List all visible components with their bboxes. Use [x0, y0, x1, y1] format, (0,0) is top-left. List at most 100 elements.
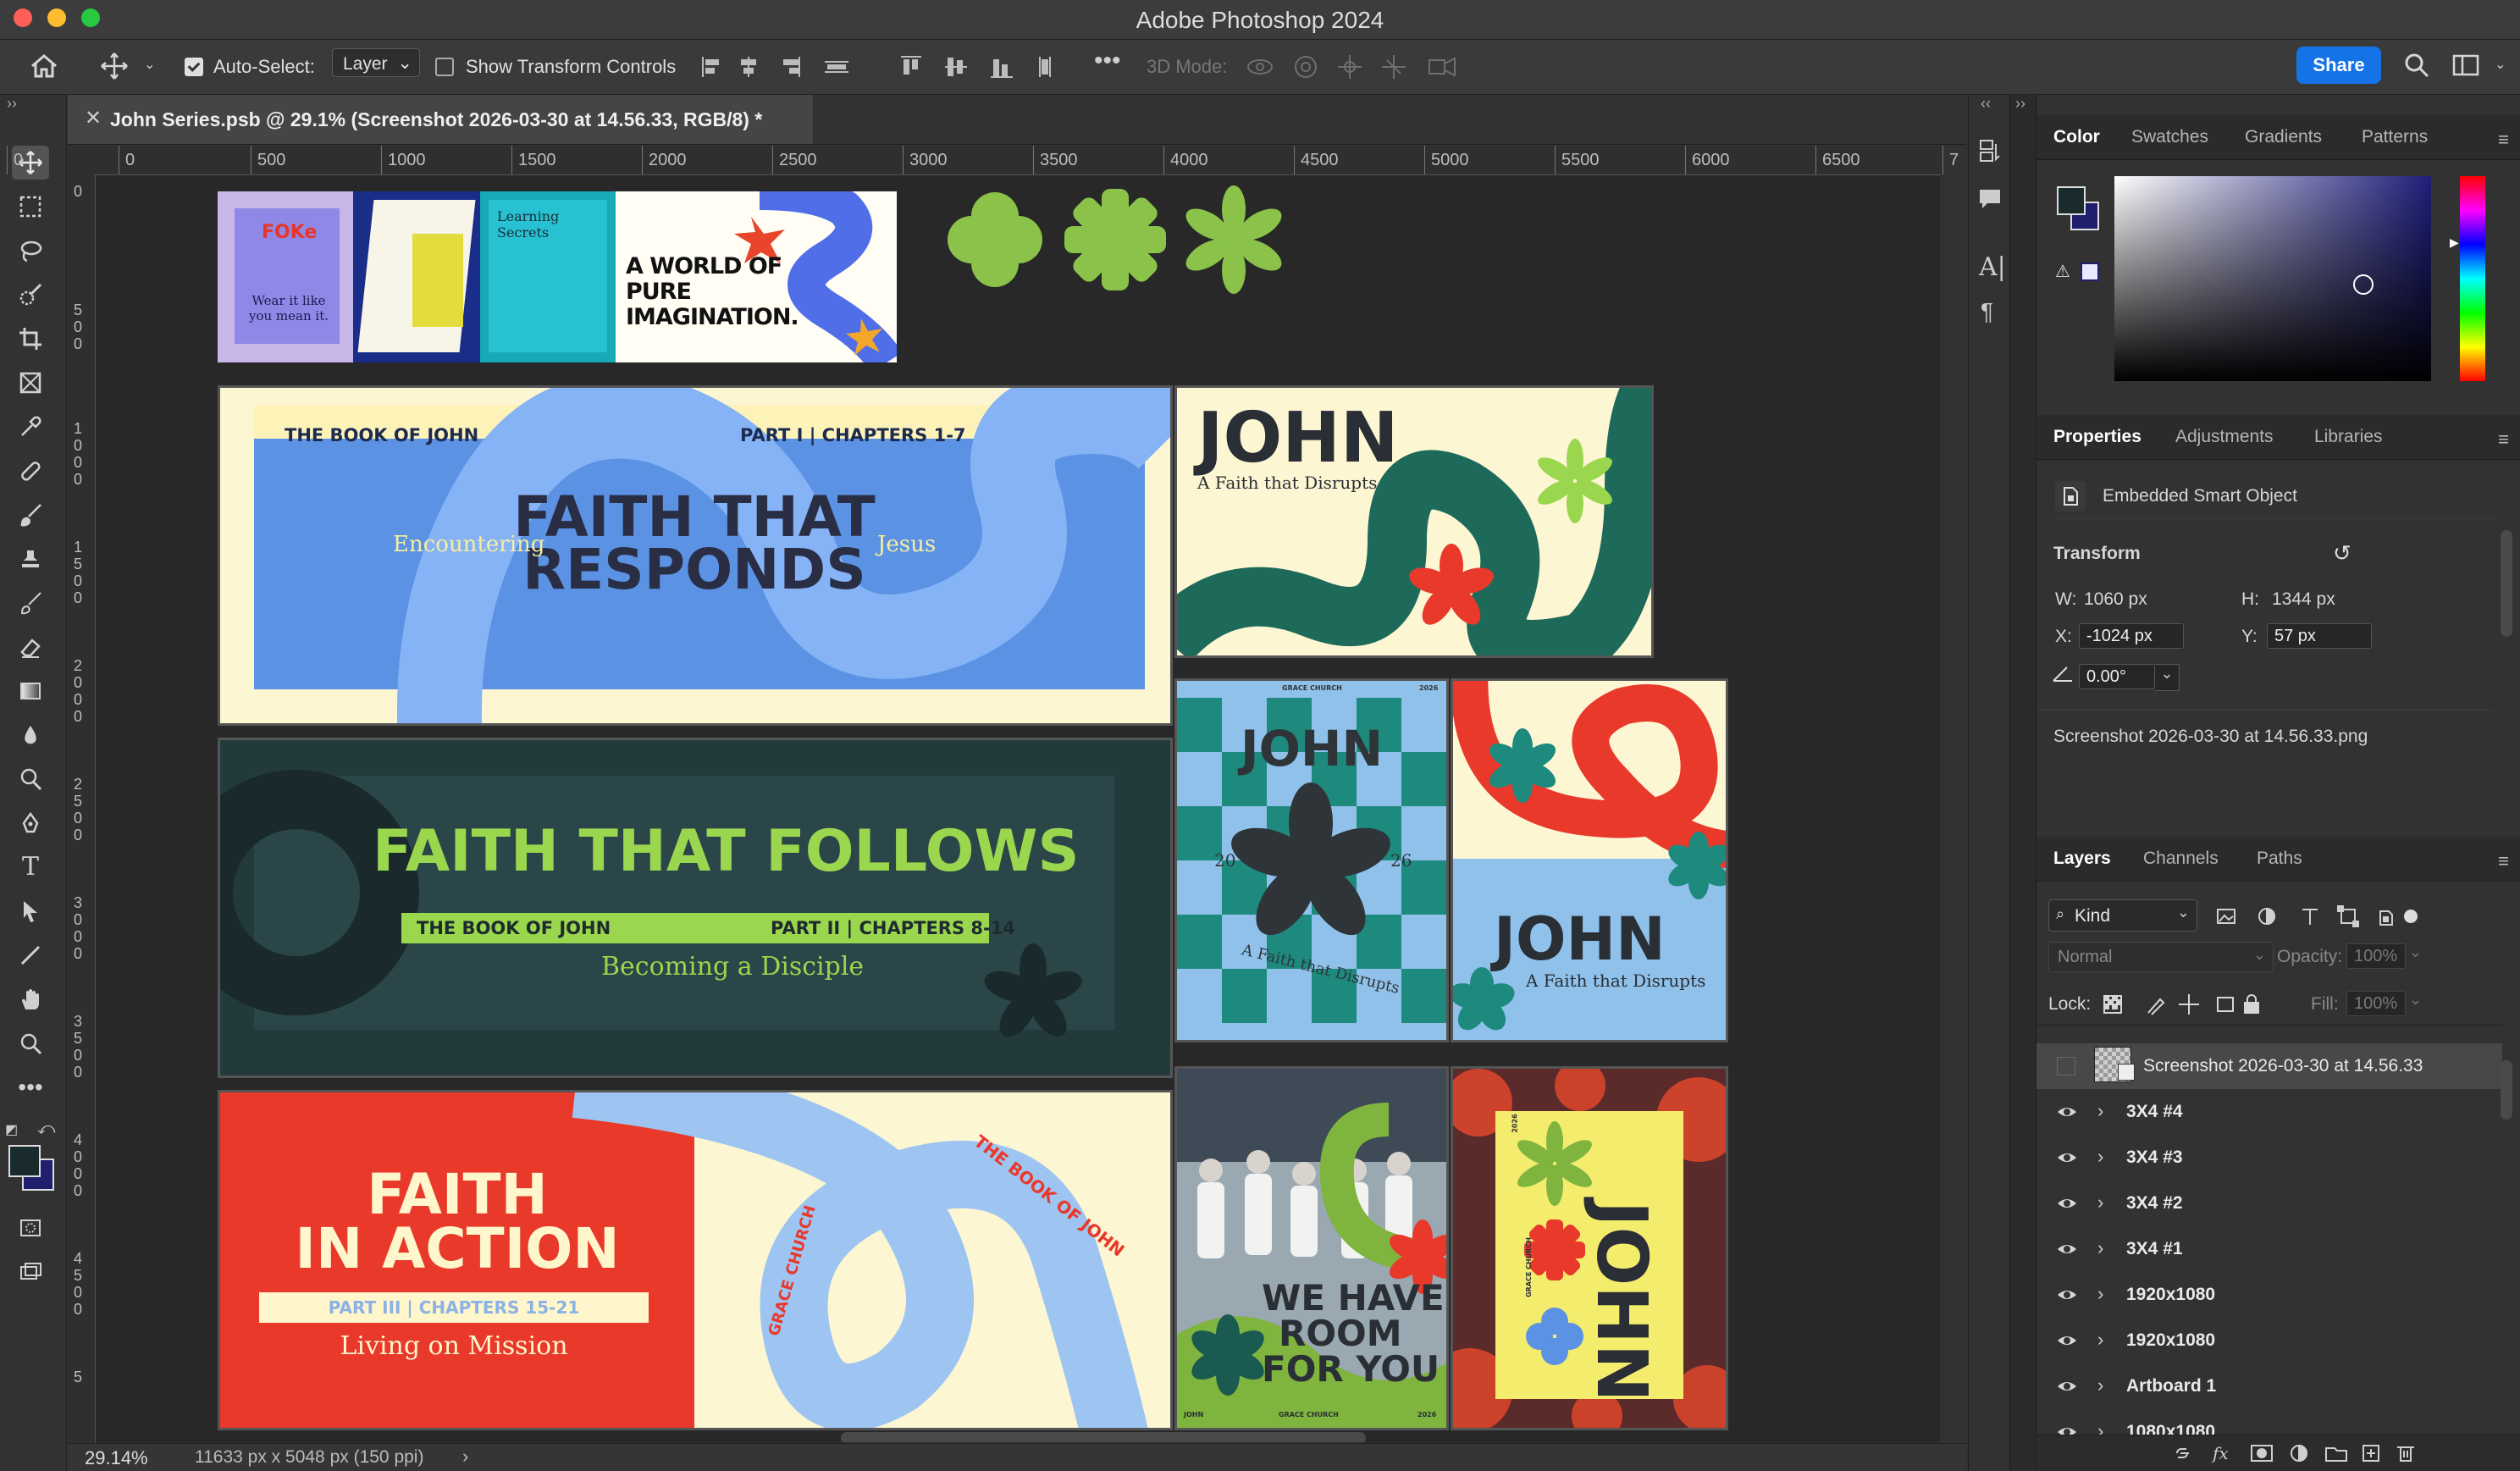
y-position-field[interactable]: 57 px — [2267, 623, 2372, 649]
color-picker-handle[interactable] — [2353, 274, 2374, 295]
artboard-john-vertical[interactable]: JOHN GRACE CHURCH 2026 — [1451, 1066, 1728, 1430]
home-icon[interactable] — [29, 53, 59, 85]
hue-slider[interactable] — [2460, 176, 2485, 381]
chevron-right-icon[interactable]: › — [2097, 1146, 2103, 1168]
eye-icon[interactable] — [2057, 1103, 2076, 1121]
chevron-right-icon[interactable]: › — [2097, 1329, 2103, 1351]
layer-name[interactable]: Screenshot 2026-03-30 at 14.56.33 — [2143, 1056, 2423, 1076]
dodge-tool-icon[interactable] — [12, 762, 49, 796]
marquee-tool-icon[interactable] — [12, 190, 49, 224]
quick-selection-tool-icon[interactable] — [12, 278, 49, 312]
zoom-tool-icon[interactable] — [12, 1026, 49, 1060]
hand-tool-icon[interactable] — [12, 982, 49, 1016]
screenshot-layer-image[interactable]: FOKe Wear it like you mean it. Learning … — [218, 191, 897, 362]
artboard-we-have-room[interactable]: WE HAVE ROOM FOR YOU GRACE CHURCH 2026 J… — [1174, 1066, 1449, 1430]
chevron-down-icon[interactable]: ⌄ — [144, 58, 155, 72]
tab-gradients[interactable]: Gradients — [2245, 127, 2322, 147]
history-brush-tool-icon[interactable] — [12, 586, 49, 620]
chevron-right-icon[interactable]: › — [2097, 1237, 2103, 1259]
layers-scrollbar[interactable] — [2501, 1060, 2512, 1120]
edit-toolbar-icon[interactable]: ••• — [12, 1070, 49, 1104]
x-position-field[interactable]: -1024 px — [2079, 623, 2184, 649]
panel-menu-icon[interactable]: ≡ — [2498, 850, 2509, 872]
layer-name[interactable]: 1920x1080 — [2126, 1285, 2215, 1305]
character-panel-icon[interactable]: A| — [1979, 252, 2006, 282]
swap-colors-icon[interactable]: ⤺ — [37, 1120, 55, 1139]
tab-adjustments[interactable]: Adjustments — [2175, 427, 2274, 447]
tab-color[interactable]: Color — [2053, 127, 2100, 147]
close-icon[interactable]: ✕ — [85, 106, 102, 130]
layer-row[interactable]: › 3X4 #3 — [2036, 1135, 2502, 1181]
layer-row-selected[interactable]: Screenshot 2026-03-30 at 14.56.33 — [2036, 1043, 2502, 1089]
width-value[interactable]: 1060 px — [2084, 589, 2147, 610]
fill-field[interactable]: 100% — [2346, 991, 2406, 1016]
blend-mode-dropdown[interactable]: Normal ⌄ — [2048, 942, 2274, 972]
artboard-faith-that-follows[interactable]: FAITH THAT FOLLOWS THE BOOK OF JOHN PART… — [218, 738, 1173, 1078]
artboard-faith-that-responds[interactable]: THE BOOK OF JOHN PART I | CHAPTERS 1-7 F… — [218, 385, 1173, 726]
layer-row[interactable]: › 3X4 #2 — [2036, 1181, 2502, 1226]
collapse-panel-icon[interactable]: ›› — [7, 95, 17, 113]
tab-properties[interactable]: Properties — [2053, 427, 2141, 447]
angle-dropdown-chevron-icon[interactable]: ⌄ — [2155, 664, 2180, 691]
line-tool-icon[interactable] — [12, 938, 49, 972]
layer-name[interactable]: 3X4 #1 — [2126, 1239, 2183, 1259]
tab-patterns[interactable]: Patterns — [2362, 127, 2428, 147]
color-picker-field[interactable] — [2114, 176, 2431, 381]
screen-mode-icon[interactable] — [12, 1255, 49, 1289]
canvas-area[interactable]: FOKe Wear it like you mean it. Learning … — [96, 175, 1940, 1442]
visibility-toggle-off[interactable] — [2057, 1057, 2075, 1076]
eye-icon[interactable] — [2057, 1148, 2076, 1167]
foreground-color-chip[interactable] — [2057, 186, 2086, 215]
crop-tool-icon[interactable] — [12, 322, 49, 356]
chevron-down-icon[interactable]: ⌄ — [2409, 943, 2422, 961]
web-color-chip[interactable] — [2081, 263, 2099, 281]
eye-icon[interactable] — [2057, 1331, 2076, 1350]
chevron-right-icon[interactable]: › — [2097, 1374, 2103, 1396]
eyedropper-tool-icon[interactable] — [12, 410, 49, 444]
chevron-right-icon[interactable]: › — [2097, 1100, 2103, 1122]
healing-brush-tool-icon[interactable] — [12, 454, 49, 488]
reset-transform-icon[interactable]: ↺ — [2333, 540, 2351, 567]
clone-stamp-tool-icon[interactable] — [12, 542, 49, 576]
brush-tool-icon[interactable] — [12, 498, 49, 532]
eraser-tool-icon[interactable] — [12, 630, 49, 664]
lasso-tool-icon[interactable] — [12, 234, 49, 268]
foreground-color-swatch[interactable] — [8, 1145, 41, 1177]
layer-name[interactable]: 1920x1080 — [2126, 1330, 2215, 1351]
panel-menu-icon[interactable]: ≡ — [2498, 129, 2509, 151]
layer-row[interactable]: › Artboard 1 — [2036, 1363, 2502, 1409]
tab-layers[interactable]: Layers — [2053, 849, 2111, 869]
frame-tool-icon[interactable] — [12, 366, 49, 400]
panel-menu-icon[interactable]: ≡ — [2498, 429, 2509, 451]
hue-slider-marker[interactable]: ▶ — [2450, 235, 2459, 250]
layer-row[interactable]: › 3X4 #1 — [2036, 1226, 2502, 1272]
chevron-right-icon[interactable]: › — [462, 1446, 468, 1468]
workspace-icon[interactable] — [2452, 53, 2479, 82]
tab-paths[interactable]: Paths — [2257, 849, 2302, 869]
tab-swatches[interactable]: Swatches — [2131, 127, 2208, 147]
chevron-right-icon[interactable]: › — [2097, 1192, 2103, 1214]
search-icon[interactable] — [2403, 52, 2430, 84]
chevron-down-icon[interactable]: ⌄ — [2495, 58, 2506, 72]
paragraph-panel-icon[interactable]: ¶ — [1981, 298, 1993, 325]
eye-icon[interactable] — [2057, 1377, 2076, 1396]
eye-icon[interactable] — [2057, 1240, 2076, 1258]
layer-name[interactable]: Artboard 1 — [2126, 1376, 2216, 1396]
pen-tool-icon[interactable] — [12, 806, 49, 840]
collapse-icon[interactable]: ‹‹ — [1981, 95, 1991, 113]
expand-icon[interactable]: ›› — [2015, 95, 2025, 113]
chevron-right-icon[interactable]: › — [2097, 1283, 2103, 1305]
history-panel-icon[interactable] — [1977, 137, 2003, 170]
quick-mask-icon[interactable] — [12, 1211, 49, 1245]
layer-name[interactable]: 3X4 #3 — [2126, 1147, 2183, 1168]
move-tool-icon[interactable] — [100, 52, 129, 86]
path-selection-tool-icon[interactable] — [12, 894, 49, 928]
auto-select-dropdown[interactable]: Layer ⌄ — [332, 48, 420, 77]
more-options-icon[interactable]: ••• — [1094, 48, 1121, 74]
layer-filter-dropdown[interactable]: ⌕ Kind ⌄ — [2048, 899, 2197, 932]
share-button[interactable]: Share — [2296, 47, 2381, 84]
gradient-tool-icon[interactable] — [12, 674, 49, 708]
tab-libraries[interactable]: Libraries — [2314, 427, 2383, 447]
height-value[interactable]: 1344 px — [2272, 589, 2335, 610]
tab-channels[interactable]: Channels — [2143, 849, 2219, 869]
